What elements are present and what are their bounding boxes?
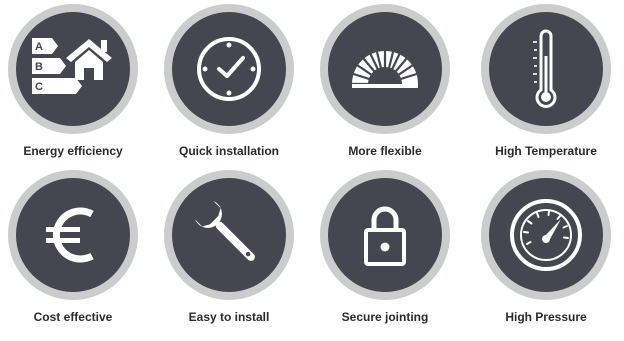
- feature-more-flexible: More flexible: [307, 4, 463, 158]
- feature-easy-to-install: Easy to install: [151, 170, 307, 324]
- feature-label: Cost effective: [33, 310, 113, 324]
- thermometer-icon: [533, 29, 557, 108]
- euro-icon: [46, 207, 94, 263]
- feature-high-temperature: High Temperature: [468, 4, 624, 158]
- clock-icon: [197, 37, 261, 101]
- energy-letter-b: B: [35, 61, 43, 73]
- wrench-icon: [195, 201, 255, 261]
- feature-badge: [320, 4, 450, 134]
- feature-badge: [164, 170, 294, 300]
- feature-badge: A B C: [8, 4, 138, 134]
- feature-label: Easy to install: [188, 310, 270, 324]
- feature-badge: [164, 4, 294, 134]
- feature-badge: [481, 170, 611, 300]
- energy-letter-c: C: [35, 81, 43, 93]
- padlock-icon: [364, 206, 406, 266]
- feature-secure-jointing: Secure jointing: [307, 170, 463, 324]
- flexible-fan-icon: [352, 51, 418, 88]
- feature-badge: [481, 4, 611, 134]
- feature-energy-efficiency: A B C Energy efficiency: [0, 4, 151, 158]
- feature-cost-effective: Cost effective: [0, 170, 151, 324]
- pressure-gauge-icon: [510, 199, 582, 271]
- feature-label: High Temperature: [495, 144, 597, 158]
- feature-grid: A B C Energy efficiency Quick installati…: [0, 0, 624, 341]
- feature-high-pressure: High Pressure: [468, 170, 624, 324]
- energy-letter-a: A: [35, 41, 43, 53]
- feature-badge: [320, 170, 450, 300]
- feature-label: Energy efficiency: [23, 144, 123, 158]
- feature-label: More flexible: [348, 144, 422, 158]
- feature-label: Quick installation: [178, 144, 280, 158]
- feature-label: Secure jointing: [341, 310, 429, 324]
- feature-quick-installation: Quick installation: [151, 4, 307, 158]
- feature-badge: [8, 170, 138, 300]
- feature-label: High Pressure: [505, 310, 587, 324]
- energy-rating-house-icon: A B C: [32, 38, 112, 94]
